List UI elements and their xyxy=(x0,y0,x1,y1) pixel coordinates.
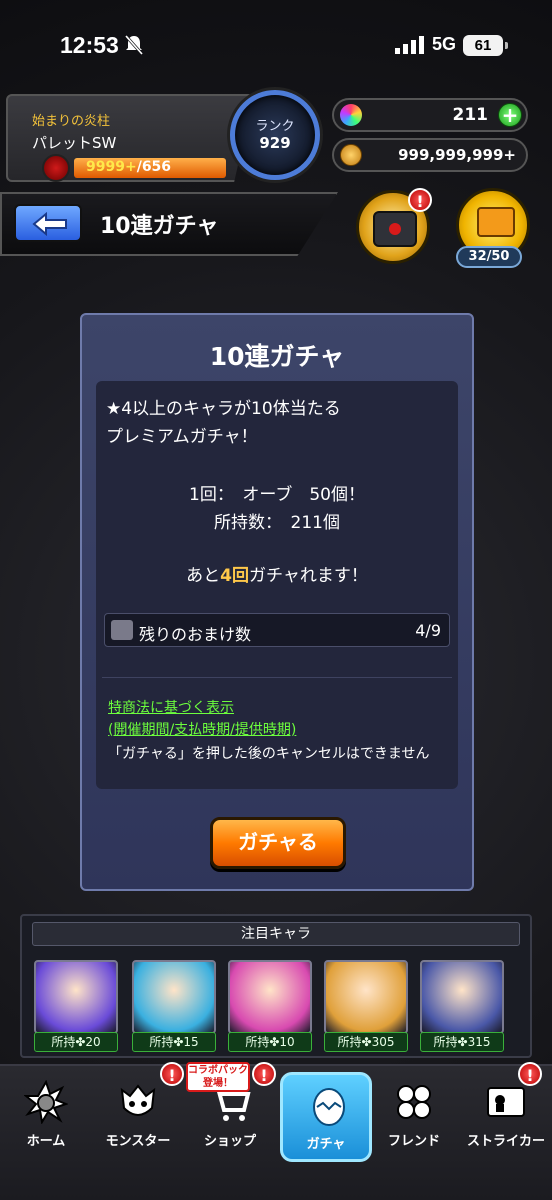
legal-notice-link[interactable]: 特商法に基づく表示 xyxy=(108,697,234,717)
nav-friend[interactable]: フレンド xyxy=(368,1072,460,1162)
orb-count: 211 xyxy=(452,105,489,125)
character-portrait xyxy=(228,960,312,1034)
character-owned: 所持✤315 xyxy=(420,1032,504,1052)
featured-title: 注目キャラ xyxy=(32,922,520,946)
egg-icon xyxy=(313,1088,345,1126)
status-time: 12:53 xyxy=(60,32,119,58)
back-button[interactable] xyxy=(14,204,82,242)
character-owned: 所持✤10 xyxy=(228,1032,312,1052)
nav-label: モンスター xyxy=(105,1134,171,1149)
remaining-pulls: あと4回ガチャれます！ xyxy=(96,561,458,586)
home-burst-icon xyxy=(24,1080,68,1124)
dialog-body: ★4以上のキャラが10体当たる プレミアムガチャ！ 1回： オーブ 50個！ 所… xyxy=(96,381,458,789)
player-header: 始まりの炎柱 パレットSW 9999+/656 ランク 929 211 + 99… xyxy=(4,90,548,184)
gacha-description: ★4以上のキャラが10体当たる プレミアムガチャ！ xyxy=(106,395,341,451)
bag-alert-icon: ! xyxy=(408,188,432,212)
character-portrait xyxy=(324,960,408,1034)
bag-icon xyxy=(373,211,417,247)
nav-label: ストライカー xyxy=(466,1134,545,1149)
reward-count: 32/50 xyxy=(456,246,522,268)
character-owned: 所持✤305 xyxy=(324,1032,408,1052)
desc-line-2: プレミアムガチャ！ xyxy=(106,427,258,447)
orb-row[interactable]: 211 + xyxy=(332,98,528,132)
stamina-max: /656 xyxy=(136,159,172,175)
nav-gacha[interactable]: ガチャ xyxy=(280,1072,372,1162)
character-owned: 所持✤20 xyxy=(34,1032,118,1052)
orb-icon xyxy=(340,104,362,126)
rank-label: ランク xyxy=(255,119,295,134)
cost-line: 1回： オーブ 50個！ xyxy=(189,485,365,505)
resource-panel: 211 + 999,999,999+ xyxy=(332,98,528,174)
featured-characters: 注目キャラ 所持✤20 所持✤15 所持✤10 所持✤305 所持✤315 xyxy=(20,914,532,1058)
owned-line: 所持数： 211個 xyxy=(214,513,340,533)
dialog-title: 10連ガチャ xyxy=(209,342,345,371)
remain-count: 4回 xyxy=(220,566,249,586)
signal-icon xyxy=(395,36,424,54)
monster-alert-icon: ! xyxy=(160,1062,184,1086)
remain-suffix: ガチャれます！ xyxy=(249,566,368,586)
character-card[interactable]: 所持✤20 xyxy=(34,960,118,1052)
player-name: パレットSW xyxy=(32,134,117,152)
desc-line-1: ★4以上のキャラが10体当たる xyxy=(106,399,341,419)
character-card[interactable]: 所持✤10 xyxy=(228,960,312,1052)
player-title: 始まりの炎柱 xyxy=(32,114,111,129)
gold-coin-icon xyxy=(340,144,362,166)
nav-striker[interactable]: ストライカー xyxy=(460,1072,552,1162)
page-title: 10連ガチャ xyxy=(100,214,219,239)
character-owned: 所持✤15 xyxy=(132,1032,216,1052)
nav-label: ガチャ xyxy=(306,1137,346,1152)
back-arrow-icon xyxy=(32,212,67,236)
character-card[interactable]: 所持✤15 xyxy=(132,960,216,1052)
rank-value: 929 xyxy=(259,134,291,152)
status-bar: 12:53 5G 61 xyxy=(0,0,552,90)
monster-icon xyxy=(120,1084,156,1116)
character-portrait xyxy=(132,960,216,1034)
character-portrait xyxy=(420,960,504,1034)
bonus-label: 残りのおまけ数 xyxy=(139,625,252,644)
character-card[interactable]: 所持✤305 xyxy=(324,960,408,1052)
gacha-cost: 1回： オーブ 50個！ 所持数： 211個 xyxy=(96,481,458,537)
battery-icon: 61 xyxy=(463,35,508,56)
character-portrait xyxy=(34,960,118,1034)
player-panel[interactable]: 始まりの炎柱 パレットSW 9999+/656 xyxy=(6,94,254,182)
friends-icon xyxy=(397,1085,431,1119)
nav-label: ホーム xyxy=(26,1134,66,1149)
bonus-value: 4/9 xyxy=(415,621,441,640)
network-type: 5G xyxy=(432,34,457,54)
bonus-box-icon xyxy=(111,620,133,640)
shop-alert-icon: ! xyxy=(252,1062,276,1086)
striker-card-icon xyxy=(487,1087,525,1117)
legal-period-link[interactable]: (開催期間/支払時期/提供時期) xyxy=(108,719,296,739)
character-card[interactable]: 所持✤315 xyxy=(420,960,504,1052)
cancel-notice: 「ガチャる」を押した後のキャンセルはできません xyxy=(108,746,430,762)
stamina-value: 9999+/656 xyxy=(86,159,171,175)
gacha-dialog: 10連ガチャ ★4以上のキャラが10体当たる プレミアムガチャ！ 1回： オーブ… xyxy=(80,313,474,891)
nav-label: フレンド xyxy=(387,1134,440,1149)
add-orb-button[interactable]: + xyxy=(498,103,522,127)
stamina-icon xyxy=(42,154,70,182)
bonus-row: 残りのおまけ数 4/9 xyxy=(104,613,450,647)
remain-prefix: あと xyxy=(186,566,221,586)
bell-muted-icon xyxy=(124,35,144,55)
gold-count: 999,999,999+ xyxy=(398,146,516,164)
stamina-current: 9999+ xyxy=(86,159,137,175)
bottom-nav: ホーム モンスター ショップ ガチャ フレンド ストライカー xyxy=(0,1064,552,1200)
nav-label: ショップ xyxy=(203,1134,256,1149)
nav-home[interactable]: ホーム xyxy=(0,1072,92,1162)
collab-badge: コラボパック登場！ xyxy=(186,1062,250,1092)
divider xyxy=(102,677,452,678)
gold-row: 999,999,999+ xyxy=(332,138,528,172)
rank-badge[interactable]: ランク 929 xyxy=(230,90,320,180)
gacha-button[interactable]: ガチャる xyxy=(210,817,346,869)
striker-alert-icon: ! xyxy=(518,1062,542,1086)
